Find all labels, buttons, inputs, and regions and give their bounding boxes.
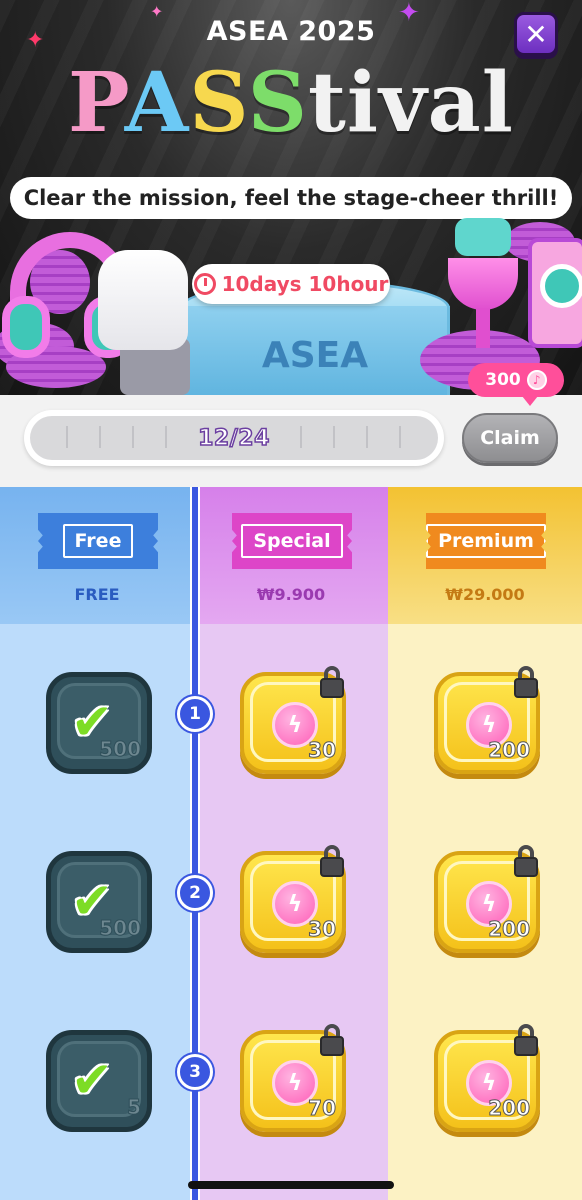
title-letter: A (124, 55, 190, 151)
title-rest: tival (308, 55, 514, 151)
level-timeline (190, 487, 200, 1200)
coin-icon: ♪ (526, 370, 547, 390)
claim-reward-bubble: 300 ♪ (468, 363, 564, 406)
title-letter: S (189, 55, 248, 151)
reward-amount: 200 (488, 917, 531, 942)
level-node: 3 (177, 1054, 213, 1090)
free-ticket: Free (38, 513, 158, 569)
premium-price: ₩29.000 (445, 585, 525, 604)
special-reward-tile[interactable]: ϟ 30 (240, 666, 346, 774)
level-node: 2 (177, 875, 213, 911)
countdown-timer: 10days 10hour (192, 264, 390, 304)
special-reward-tile[interactable]: ϟ 70 (240, 1024, 346, 1132)
rock-hand-decor (98, 250, 188, 350)
premium-column-header: Premium ₩29.000 (388, 487, 582, 624)
progress-bar: 12/24 (24, 410, 444, 466)
lock-icon (316, 845, 348, 877)
lock-icon (510, 666, 542, 698)
title-letter: P (68, 55, 125, 151)
bubble-value: 300 (485, 370, 521, 390)
progress-text: 12/24 (197, 425, 270, 452)
premium-reward-tile[interactable]: ϟ 200 (434, 1024, 540, 1132)
free-reward-tile[interactable]: 5 ✔ (46, 1030, 152, 1132)
headphone-ear-decor (2, 296, 50, 358)
reward-amount: 70 (308, 1096, 337, 1121)
tagline: Clear the mission, feel the stage-cheer … (10, 177, 572, 219)
close-icon: ✕ (524, 17, 548, 51)
premium-reward-tile[interactable]: ϟ 200 (434, 666, 540, 774)
lock-icon (316, 666, 348, 698)
premium-ticket[interactable]: Premium (426, 513, 546, 569)
reward-amount: 200 (488, 738, 531, 763)
lock-icon (316, 1024, 348, 1056)
pass-title: PASStival (0, 62, 582, 144)
special-column-header: Special ₩9.900 (194, 487, 388, 624)
timer-text: 10days 10hour (221, 272, 389, 296)
reward-amount: 5 (127, 1095, 142, 1120)
reward-amount: 30 (308, 917, 337, 942)
event-subtitle: ASEA 2025 (206, 16, 376, 47)
trophy-decor (476, 308, 490, 348)
free-reward-tile[interactable]: 500 ✔ (46, 672, 152, 774)
trophy-decor (455, 218, 511, 256)
reward-amount: 200 (488, 1096, 531, 1121)
free-ticket-label: Free (62, 524, 134, 558)
hero-banner: ✦ ✦ ✦ ✦ ASEA 2025 ✕ PASStival Clear the … (0, 0, 582, 395)
lock-icon (510, 1024, 542, 1056)
special-price: ₩9.900 (256, 585, 326, 604)
level-node: 1 (177, 696, 213, 732)
title-letter: S (247, 55, 308, 151)
check-icon: ✔ (71, 1051, 113, 1109)
stage-label: ASEA (261, 335, 369, 376)
close-button[interactable]: ✕ (514, 12, 558, 56)
free-reward-tile[interactable]: 500 ✔ (46, 851, 152, 953)
progress-track-inner: 12/24 (30, 416, 438, 460)
special-reward-tile[interactable]: ϟ 30 (240, 845, 346, 953)
check-icon: ✔ (71, 872, 113, 930)
premium-reward-tile[interactable]: ϟ 200 (434, 845, 540, 953)
premium-ticket-label: Premium (426, 524, 546, 558)
claim-button[interactable]: Claim (462, 413, 558, 463)
free-price: FREE (74, 585, 120, 604)
special-ticket-label: Special (241, 524, 343, 558)
reward-amount: 30 (308, 738, 337, 763)
stopwatch-icon (193, 273, 216, 295)
special-ticket[interactable]: Special (232, 513, 352, 569)
progress-section: 12/24 300 ♪ Claim (0, 363, 582, 487)
speaker-decor (528, 238, 582, 348)
free-column-header: Free FREE (0, 487, 194, 624)
check-icon: ✔ (71, 693, 113, 751)
home-indicator[interactable] (188, 1181, 394, 1189)
lock-icon (510, 845, 542, 877)
